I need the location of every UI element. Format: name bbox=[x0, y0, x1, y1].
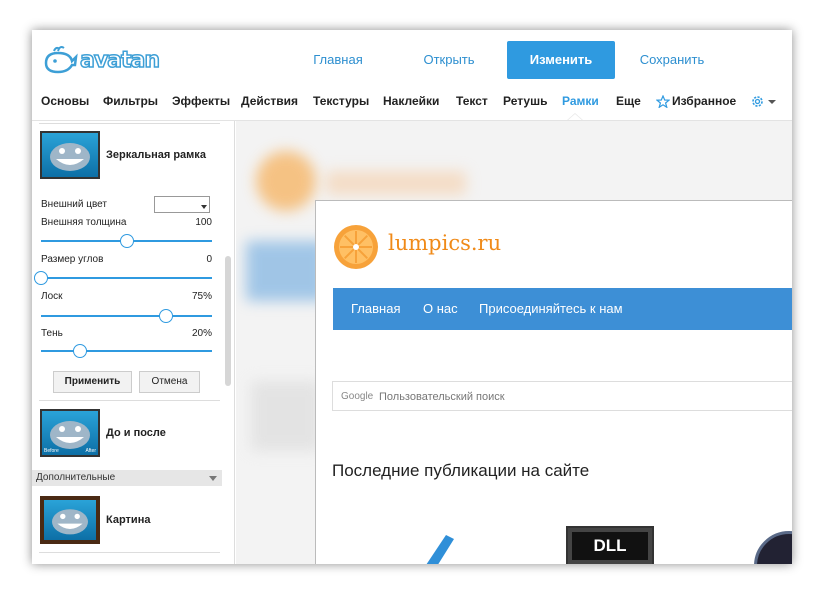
slider-handle[interactable] bbox=[73, 344, 88, 358]
category-dropdown[interactable]: Дополнительные bbox=[32, 470, 222, 486]
cancel-button[interactable]: Отмена bbox=[139, 371, 200, 393]
outer-color-label: Внешний цвет bbox=[41, 199, 107, 210]
menu-favorites[interactable]: Избранное bbox=[656, 94, 736, 108]
edited-image: lumpics.ru Главная О нас Присоединяйтесь… bbox=[316, 201, 792, 564]
divider bbox=[39, 552, 220, 553]
color-picker[interactable] bbox=[154, 196, 210, 213]
menu-text[interactable]: Текст bbox=[456, 94, 488, 108]
blurred-background bbox=[246, 241, 326, 301]
nav-open[interactable]: Открыть bbox=[414, 41, 484, 79]
avatan-logo[interactable]: avatan bbox=[42, 40, 161, 80]
whale-icon bbox=[44, 46, 78, 74]
effect-thumbnail bbox=[40, 131, 100, 179]
gear-icon bbox=[752, 96, 763, 107]
menu-frames[interactable]: Рамки bbox=[562, 94, 599, 108]
thickness-row: Внешняя толщина 100 bbox=[41, 217, 212, 228]
blurred-background bbox=[251, 381, 321, 451]
effect-label: Зеркальная рамка bbox=[106, 149, 206, 161]
slider-track bbox=[41, 277, 212, 279]
site-name: lumpics.ru bbox=[388, 231, 502, 255]
effect-thumbnail bbox=[40, 496, 100, 544]
apply-button[interactable]: Применить bbox=[53, 371, 132, 393]
favorites-label: Избранное bbox=[672, 94, 737, 108]
menu-more[interactable]: Еще bbox=[616, 94, 641, 108]
search-placeholder: Пользовательский поиск bbox=[379, 391, 505, 403]
shadow-row: Тень 20% bbox=[41, 328, 212, 339]
site-search-box: Google Пользовательский поиск bbox=[332, 381, 792, 411]
shark-icon bbox=[52, 509, 88, 535]
slider-handle[interactable] bbox=[119, 234, 134, 248]
menu-filters[interactable]: Фильтры bbox=[103, 94, 158, 108]
tools-menu: Основы Фильтры Эффекты Действия Текстуры… bbox=[32, 88, 792, 114]
nav-home[interactable]: Главная bbox=[304, 41, 372, 79]
menu-effects[interactable]: Эффекты bbox=[172, 94, 230, 108]
menu-textures[interactable]: Текстуры bbox=[313, 94, 369, 108]
divider bbox=[39, 123, 220, 124]
settings-dropdown[interactable] bbox=[750, 94, 777, 109]
menu-actions[interactable]: Действия bbox=[241, 94, 298, 108]
google-label: Google bbox=[341, 391, 374, 402]
site-nav-home: Главная bbox=[351, 301, 401, 316]
app-window: avatan Главная Открыть Изменить Сохранит… bbox=[32, 30, 792, 564]
dll-file-icon: DLL bbox=[566, 526, 654, 564]
slider-track bbox=[41, 350, 212, 352]
site-navbar: Главная О нас Присоединяйтесь к нам bbox=[333, 288, 792, 330]
effect-label: До и после bbox=[106, 427, 166, 439]
nav-save[interactable]: Сохранить bbox=[632, 41, 712, 79]
star-outline-icon bbox=[656, 94, 670, 108]
corner-label: Размер углов bbox=[41, 254, 104, 265]
effects-panel: Зеркальная рамка Внешний цвет Внешняя то… bbox=[32, 121, 235, 564]
effect-before-after[interactable]: Before After До и после bbox=[40, 409, 166, 457]
site-heading: Последние публикации на сайте bbox=[332, 461, 590, 480]
nav-edit[interactable]: Изменить bbox=[507, 41, 615, 79]
before-label: Before bbox=[44, 448, 59, 454]
shark-icon bbox=[50, 421, 90, 449]
gloss-label: Лоск bbox=[41, 291, 63, 302]
blurred-background bbox=[326, 171, 466, 195]
effect-mirror-frame[interactable]: Зеркальная рамка bbox=[40, 131, 206, 179]
thickness-slider[interactable] bbox=[41, 234, 212, 248]
dark-circle-icon bbox=[754, 531, 792, 564]
slider-handle[interactable] bbox=[34, 271, 48, 285]
shadow-slider[interactable] bbox=[41, 344, 212, 358]
site-nav-about: О нас bbox=[423, 301, 458, 316]
shadow-label: Тень bbox=[41, 328, 63, 339]
divider bbox=[39, 400, 220, 401]
gloss-row: Лоск 75% bbox=[41, 291, 212, 302]
corner-slider[interactable] bbox=[34, 271, 212, 285]
orange-logo-icon bbox=[334, 225, 378, 269]
menu-stickers[interactable]: Наклейки bbox=[383, 94, 439, 108]
chevron-down-icon bbox=[768, 99, 776, 104]
effect-label: Картина bbox=[106, 514, 151, 526]
logo-text: avatan bbox=[79, 47, 161, 74]
effect-thumbnail: Before After bbox=[40, 409, 100, 457]
corner-value: 0 bbox=[206, 254, 212, 265]
image-canvas[interactable]: lumpics.ru Главная О нас Присоединяйтесь… bbox=[236, 121, 792, 564]
corner-row: Размер углов 0 bbox=[41, 254, 212, 265]
site-nav-join: Присоединяйтесь к нам bbox=[479, 301, 623, 316]
menu-basics[interactable]: Основы bbox=[41, 94, 89, 108]
panel-scrollbar[interactable] bbox=[225, 256, 231, 386]
slider-track bbox=[41, 315, 212, 317]
shadow-value: 20% bbox=[191, 328, 212, 339]
dll-label: DLL bbox=[572, 532, 648, 560]
effect-painting[interactable]: Картина bbox=[40, 496, 150, 544]
pen-icon bbox=[426, 535, 454, 564]
thickness-value: 100 bbox=[195, 217, 212, 228]
blurred-background bbox=[256, 151, 316, 211]
after-label: After bbox=[85, 448, 96, 454]
menu-retouch[interactable]: Ретушь bbox=[503, 94, 547, 108]
gloss-value: 75% bbox=[191, 291, 212, 302]
slider-handle[interactable] bbox=[158, 309, 173, 323]
shark-icon bbox=[50, 143, 90, 171]
gloss-slider[interactable] bbox=[41, 309, 212, 323]
thickness-label: Внешняя толщина bbox=[41, 217, 127, 228]
